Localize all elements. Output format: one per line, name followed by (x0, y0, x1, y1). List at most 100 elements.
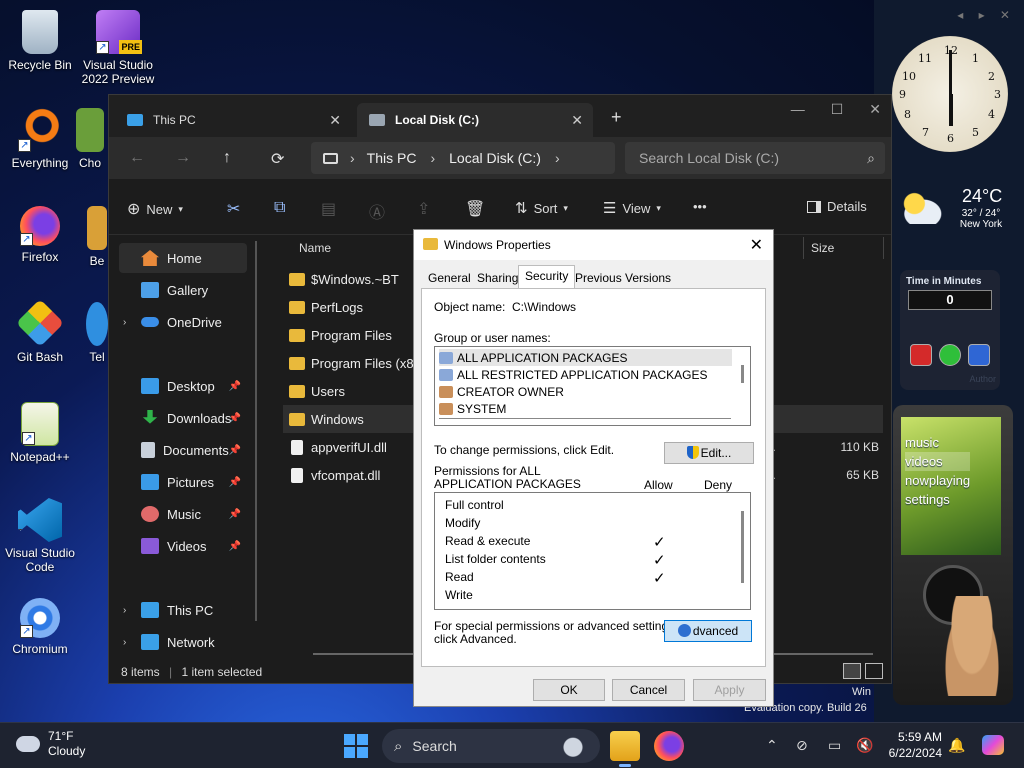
back-arrow-icon[interactable]: ← (129, 149, 145, 167)
network-disconnected-icon[interactable]: ⊘ (796, 737, 808, 754)
desktop-icon-git-bash[interactable]: Git Bash (0, 298, 80, 364)
delete-button[interactable]: 🗑 (465, 199, 485, 219)
media-menu-item[interactable]: nowplaying (905, 471, 970, 490)
chevron-right-icon[interactable]: › (430, 150, 435, 166)
timer-value[interactable]: 0 (908, 290, 992, 310)
tab-security[interactable]: Security (518, 265, 576, 289)
maximize-icon[interactable]: ☐ (831, 101, 844, 118)
user-list-item[interactable]: CREATOR OWNER (439, 383, 732, 400)
chevron-right-icon[interactable]: › (123, 605, 126, 616)
desktop-icon-chromium[interactable]: ↗ Chromium (0, 598, 80, 656)
chevron-right-icon[interactable]: › (123, 317, 126, 328)
column-divider[interactable] (883, 237, 884, 259)
permissions-scrollbar[interactable] (741, 511, 744, 583)
user-list-item[interactable]: ALL RESTRICTED APPLICATION PACKAGES (439, 366, 732, 383)
taskbar-search[interactable]: ⌕ Search (382, 729, 600, 763)
firefox-taskbar-icon[interactable] (654, 731, 684, 761)
sidebar-item-network[interactable]: › Network (119, 627, 247, 657)
advanced-button[interactable]: dvanced (664, 620, 752, 642)
pin-icon[interactable]: 📌 (229, 477, 241, 488)
minimize-icon[interactable]: — (791, 101, 805, 118)
user-list-scrollbar[interactable] (741, 365, 744, 383)
desktop-icon-vscode[interactable]: ↗ Visual Studio Code (0, 498, 80, 574)
sidebar-item-downloads[interactable]: Downloads 📌 (119, 403, 247, 433)
new-button[interactable]: ⊕ New ▾ (127, 199, 183, 219)
taskbar-weather[interactable]: 71°F Cloudy (16, 729, 85, 759)
volume-muted-icon[interactable]: 🔇 (856, 737, 873, 754)
user-list-hscroll[interactable] (439, 418, 731, 419)
tab-general[interactable]: General (422, 268, 477, 288)
taskbar-clock[interactable]: 5:59 AM 6/22/2024 (880, 729, 942, 761)
sidebar-item-pictures[interactable]: Pictures 📌 (119, 467, 247, 497)
copilot-icon[interactable] (982, 735, 1004, 755)
media-menu-item[interactable]: music (905, 433, 970, 452)
forward-arrow-icon[interactable]: → (175, 149, 191, 167)
chevron-up-icon[interactable]: ⌃ (766, 737, 778, 754)
user-list-item[interactable]: ALL APPLICATION PACKAGES (439, 349, 732, 366)
chevron-right-icon[interactable]: › (123, 637, 126, 648)
sidebar-scrollbar[interactable] (255, 241, 257, 621)
column-header-size[interactable]: Size (811, 241, 834, 255)
pin-icon[interactable]: 📌 (229, 381, 241, 392)
tab-local-disk[interactable]: Local Disk (C:) ✕ (357, 103, 593, 137)
more-options-button[interactable]: ••• (693, 199, 707, 214)
desktop-icon-recycle-bin[interactable]: Recycle Bin (0, 10, 80, 72)
power-icon[interactable] (910, 344, 932, 366)
pin-icon[interactable]: 📌 (229, 445, 241, 456)
details-view-icon[interactable] (843, 663, 861, 679)
paste-button[interactable]: ▤ (321, 199, 336, 219)
share-button[interactable]: ⇪ (417, 199, 430, 219)
column-divider[interactable] (803, 237, 804, 259)
desktop-icon-everything[interactable]: ↗ Everything (0, 108, 80, 170)
desktop-icon-firefox[interactable]: ↗ Firefox (0, 206, 80, 264)
column-header-name[interactable]: Name (299, 241, 331, 255)
media-menu-item[interactable]: settings (905, 490, 970, 509)
close-icon[interactable]: ✕ (750, 235, 763, 255)
pin-icon[interactable]: 📌 (229, 413, 241, 424)
widget-nav-arrows[interactable]: ◂ ▸ ✕ (957, 8, 1016, 22)
sidebar-item-this-pc[interactable]: › This PC (119, 595, 247, 625)
sidebar-item-gallery[interactable]: Gallery (119, 275, 247, 305)
sidebar-item-videos[interactable]: Videos 📌 (119, 531, 247, 561)
details-pane-button[interactable]: Details (807, 199, 867, 214)
cancel-button[interactable]: Cancel (612, 679, 685, 701)
search-input[interactable]: Search Local Disk (C:) ⌕ (625, 142, 885, 174)
sidebar-item-desktop[interactable]: Desktop 📌 (119, 371, 247, 401)
tab-this-pc[interactable]: This PC ✕ (115, 103, 351, 137)
address-bar[interactable]: › This PC › Local Disk (C:) › (311, 142, 615, 174)
tab-previous-versions[interactable]: Previous Versions (569, 268, 677, 288)
file-explorer-taskbar-icon[interactable] (610, 731, 640, 767)
close-icon[interactable]: ✕ (869, 101, 881, 118)
tab-sharing[interactable]: Sharing (471, 268, 524, 288)
tiles-view-icon[interactable] (865, 663, 883, 679)
refresh-icon[interactable]: ⟳ (271, 149, 284, 169)
ok-button[interactable]: OK (533, 679, 605, 701)
sidebar-item-documents[interactable]: Documents 📌 (119, 435, 247, 465)
edit-button[interactable]: Edit... (664, 442, 754, 464)
rename-button[interactable]: Ⓐ (369, 199, 385, 223)
new-tab-button[interactable]: + (611, 107, 622, 128)
chevron-right-icon[interactable]: › (555, 150, 560, 166)
close-tab-icon[interactable]: ✕ (571, 112, 583, 129)
apply-button[interactable]: Apply (693, 679, 766, 701)
sidebar-item-home[interactable]: Home (119, 243, 247, 273)
close-tab-icon[interactable]: ✕ (329, 112, 341, 129)
pin-icon[interactable]: 📌 (229, 541, 241, 552)
cut-button[interactable]: ✂ (227, 199, 240, 219)
desktop-icon-notepad-plus-plus[interactable]: ↗ Notepad++ (0, 402, 80, 464)
copy-button[interactable]: ⧉ (274, 199, 285, 217)
pin-icon[interactable]: 📌 (229, 509, 241, 520)
up-arrow-icon[interactable]: ↑ (223, 149, 231, 167)
breadcrumb-this-pc[interactable]: This PC (367, 150, 417, 166)
desktop-icon-visual-studio-preview[interactable]: ↗ PRE Visual Studio 2022 Preview (78, 10, 158, 86)
settings-icon[interactable] (939, 344, 961, 366)
chevron-right-icon[interactable]: › (350, 150, 355, 166)
breadcrumb-local-disk[interactable]: Local Disk (C:) (449, 150, 541, 166)
user-list-item[interactable]: SYSTEM (439, 400, 732, 417)
sidebar-item-music[interactable]: Music 📌 (119, 499, 247, 529)
view-button[interactable]: ☰ View ▾ (603, 199, 661, 217)
display-icon[interactable]: ▭ (828, 737, 841, 754)
sidebar-item-onedrive[interactable]: › OneDrive (119, 307, 247, 337)
lock-icon[interactable] (968, 344, 990, 366)
start-button[interactable] (344, 734, 368, 758)
